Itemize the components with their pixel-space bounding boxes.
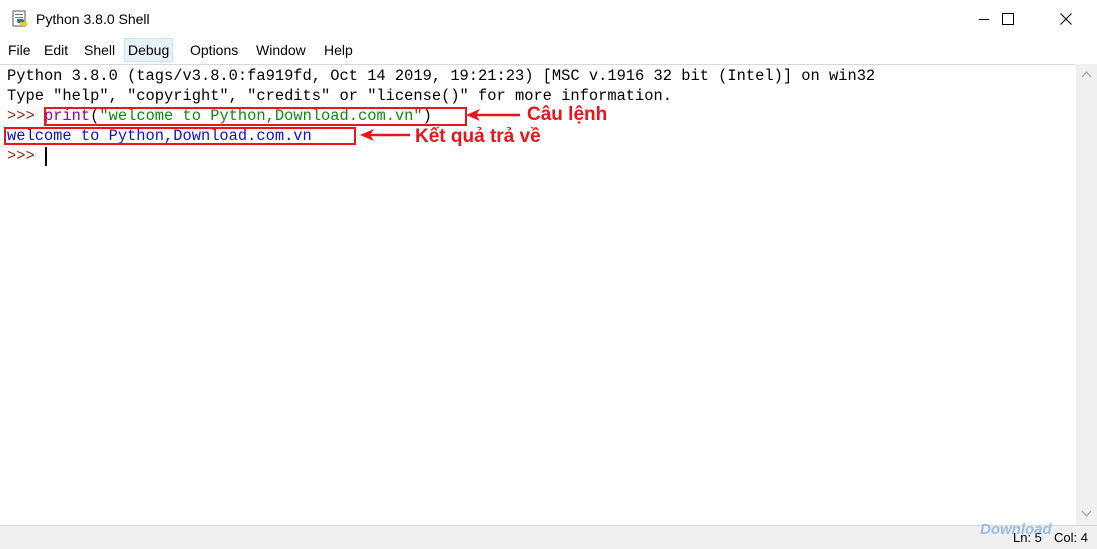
menu-shell[interactable]: Shell bbox=[81, 38, 118, 62]
annotation-command: Câu lệnh bbox=[527, 104, 608, 125]
vertical-scrollbar[interactable] bbox=[1076, 64, 1097, 525]
scroll-down-icon[interactable] bbox=[1081, 510, 1092, 518]
banner-line-1: Python 3.8.0 (tags/v3.8.0:fa919fd, Oct 1… bbox=[7, 67, 876, 85]
status-bar: Ln: 5 Col: 4 bbox=[0, 525, 1097, 549]
close-button[interactable] bbox=[1043, 0, 1089, 38]
output-highlight-box bbox=[4, 127, 356, 145]
menu-options[interactable]: Options bbox=[187, 38, 241, 62]
menu-file[interactable]: File bbox=[5, 38, 34, 62]
menu-edit[interactable]: Edit bbox=[41, 38, 71, 62]
menu-help[interactable]: Help bbox=[321, 38, 356, 62]
current-prompt: >>> bbox=[7, 147, 44, 165]
close-icon bbox=[1060, 13, 1072, 25]
command-highlight-box bbox=[44, 107, 467, 126]
command-arrow-icon bbox=[466, 109, 520, 121]
status-column: Col: 4 bbox=[1054, 530, 1088, 545]
window-title: Python 3.8.0 Shell bbox=[36, 11, 150, 27]
text-cursor bbox=[45, 147, 47, 166]
title-bar: Python 3.8.0 Shell bbox=[0, 0, 1097, 38]
output-arrow-icon bbox=[360, 129, 410, 141]
prompt: >>> bbox=[7, 107, 44, 125]
maximize-button[interactable] bbox=[985, 0, 1031, 38]
annotation-result: Kết quả trả về bbox=[415, 126, 541, 147]
python-idle-icon bbox=[12, 10, 27, 27]
shell-text-area[interactable]: Python 3.8.0 (tags/v3.8.0:fa919fd, Oct 1… bbox=[0, 64, 1075, 526]
menu-bar: File Edit Shell Debug Options Window Hel… bbox=[0, 38, 1097, 63]
menu-debug[interactable]: Debug bbox=[124, 38, 174, 62]
scroll-up-icon[interactable] bbox=[1081, 70, 1092, 78]
maximize-icon bbox=[1002, 13, 1014, 25]
menu-window[interactable]: Window bbox=[253, 38, 309, 62]
banner-line-2: Type "help", "copyright", "credits" or "… bbox=[7, 87, 672, 105]
watermark-logo: Download bbox=[980, 521, 1052, 538]
